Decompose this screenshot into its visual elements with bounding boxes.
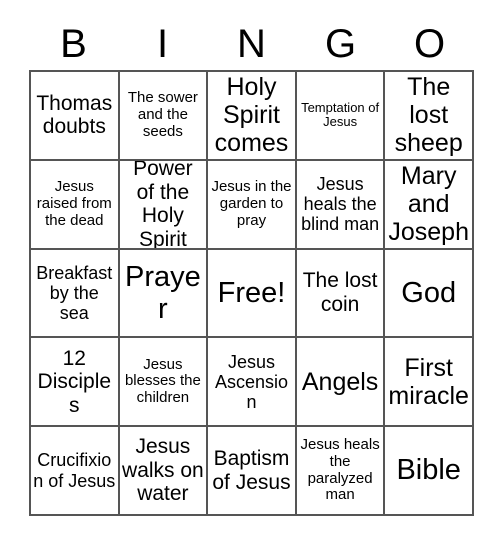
bingo-cell-r1c2[interactable]: The sower and the seeds bbox=[119, 72, 209, 161]
header-letter-o: O bbox=[413, 22, 446, 66]
bingo-cell-r1c5[interactable]: The lost sheep bbox=[385, 72, 474, 161]
bingo-cell-label: The lost coin bbox=[302, 269, 378, 316]
bingo-cell-label: First miracle bbox=[388, 353, 469, 410]
header-letter-i: I bbox=[156, 22, 169, 66]
bingo-cell-r4c3[interactable]: Jesus Ascension bbox=[208, 338, 297, 428]
bingo-cell-r2c1[interactable]: Jesus raised from the dead bbox=[31, 160, 120, 250]
bingo-cell-label: The sower and the seeds bbox=[127, 89, 198, 140]
bingo-cell-label: Thomas doubts bbox=[36, 91, 113, 139]
bingo-cell-r5c1[interactable]: Crucifixion of Jesus bbox=[31, 427, 120, 516]
bingo-cell-r3c2[interactable]: Prayer bbox=[119, 249, 209, 339]
bingo-cell-label: Holy Spirit comes bbox=[214, 73, 289, 158]
bingo-cell-label: Jesus heals the paralyzed man bbox=[300, 436, 380, 504]
bingo-cell-label: Bible bbox=[396, 454, 461, 487]
bingo-cell-r4c2[interactable]: Jesus blesses the children bbox=[119, 338, 209, 428]
bingo-cell-r2c5[interactable]: Mary and Joseph bbox=[385, 160, 474, 250]
bingo-cell-r4c5[interactable]: First miracle bbox=[385, 338, 474, 428]
bingo-cell-r2c4[interactable]: Jesus heals the blind man bbox=[296, 160, 386, 250]
bingo-cell-r3c1[interactable]: Breakfast by the sea bbox=[31, 249, 120, 339]
bingo-cell-label: Jesus raised from the dead bbox=[36, 178, 112, 229]
bingo-cell-label: 12 Disciples bbox=[37, 346, 112, 417]
bingo-cell-label: Jesus heals the blind man bbox=[301, 173, 380, 235]
bingo-cell-label: Jesus in the garden to pray bbox=[211, 178, 292, 229]
bingo-cell-label: Baptism of Jesus bbox=[212, 447, 291, 494]
bingo-cell-r4c1[interactable]: 12 Disciples bbox=[31, 338, 120, 428]
bingo-cell-r1c3[interactable]: Holy Spirit comes bbox=[208, 72, 297, 161]
header-letter-n: N bbox=[237, 22, 266, 66]
bingo-cell-r5c2[interactable]: Jesus walks on water bbox=[119, 427, 209, 516]
bingo-cell-r2c2[interactable]: Power of the Holy Spirit bbox=[119, 160, 209, 250]
bingo-grid: Thomas doubts The sower and the seeds Ho… bbox=[29, 70, 474, 516]
bingo-cell-r3c4[interactable]: The lost coin bbox=[296, 249, 386, 339]
bingo-cell-label: Breakfast by the sea bbox=[36, 262, 113, 324]
bingo-cell-r3c5[interactable]: God bbox=[385, 249, 474, 339]
bingo-cell-r5c3[interactable]: Baptism of Jesus bbox=[208, 427, 297, 516]
bingo-cell-r1c4[interactable]: Temptation of Jesus bbox=[296, 72, 386, 161]
bingo-cell-r2c3[interactable]: Jesus in the garden to pray bbox=[208, 160, 297, 250]
header-letter-g: G bbox=[324, 22, 357, 66]
bingo-cell-r1c1[interactable]: Thomas doubts bbox=[31, 72, 120, 161]
bingo-free-space-label: Free! bbox=[217, 276, 286, 309]
bingo-cell-label: Jesus walks on water bbox=[122, 435, 204, 506]
bingo-header: B I N G O bbox=[29, 18, 474, 70]
bingo-cell-label: Temptation of Jesus bbox=[301, 99, 380, 130]
bingo-cell-label: Prayer bbox=[125, 260, 201, 325]
bingo-cell-label: Crucifixion of Jesus bbox=[33, 450, 116, 491]
bingo-cell-label: Jesus Ascension bbox=[214, 351, 289, 412]
bingo-cell-r5c4[interactable]: Jesus heals the paralyzed man bbox=[296, 427, 386, 516]
bingo-cell-r5c5[interactable]: Bible bbox=[385, 427, 474, 516]
bingo-card: B I N G O Thomas doubts The sower and th… bbox=[0, 0, 500, 544]
bingo-cell-label: God bbox=[401, 276, 457, 309]
bingo-cell-r4c4[interactable]: Angels bbox=[296, 338, 386, 428]
header-letter-b: B bbox=[60, 22, 87, 66]
bingo-cell-label: Jesus blesses the children bbox=[124, 355, 201, 407]
bingo-cell-label: Angels bbox=[301, 367, 379, 396]
bingo-cell-label: Mary and Joseph bbox=[388, 162, 469, 247]
bingo-cell-label: Power of the Holy Spirit bbox=[133, 160, 193, 250]
bingo-cell-label: The lost sheep bbox=[394, 73, 463, 158]
bingo-cell-free-space[interactable]: Free! bbox=[208, 249, 297, 339]
